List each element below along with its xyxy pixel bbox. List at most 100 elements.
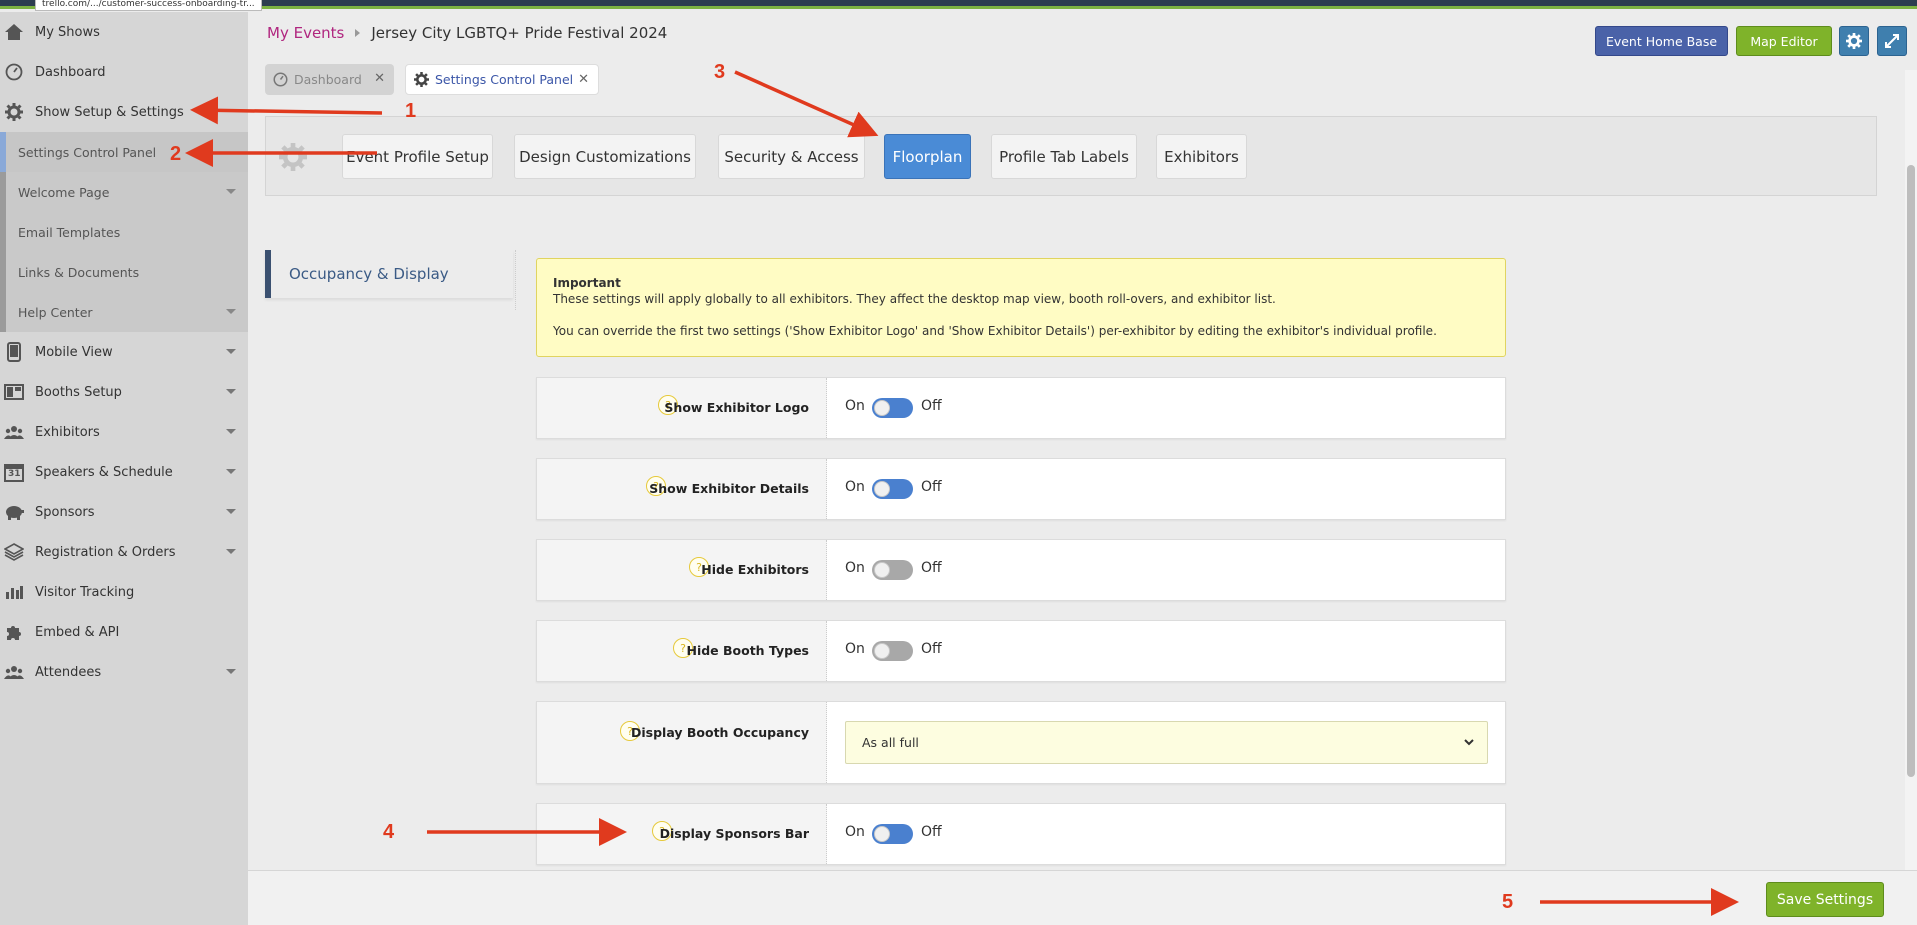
save-settings-button[interactable]: Save Settings (1766, 882, 1884, 917)
sidebar-subitem-label: Links & Documents (18, 264, 140, 280)
sidebar-item-dashboard[interactable]: Dashboard (0, 52, 248, 92)
toggle-off-label: Off (921, 824, 942, 840)
event-home-base-button[interactable]: Event Home Base (1595, 26, 1728, 56)
toggle-switch[interactable] (872, 560, 913, 580)
tab-exhibitors[interactable]: Exhibitors (1156, 134, 1247, 179)
sidebar-item-speakers-schedule[interactable]: 31 Speakers & Schedule (0, 452, 248, 492)
sidebar-item-label: Dashboard (35, 64, 106, 80)
gear-icon (279, 143, 307, 175)
sidebar-subitem-label: Email Templates (18, 224, 121, 240)
setting-label: Display Sponsors Bar (659, 826, 809, 841)
dashboard-icon (273, 72, 288, 87)
notice-line-2: You can override the first two settings … (553, 324, 1437, 338)
chevron-down-icon (226, 429, 236, 434)
toggle-off-label: Off (921, 641, 942, 657)
setting-label: Hide Booth Types (686, 643, 809, 658)
browser-top-bar (0, 0, 1917, 9)
sidebar-subitem-help-center[interactable]: Help Center (0, 292, 248, 332)
sidebar-subitem-settings-control-panel[interactable]: Settings Control Panel (0, 132, 248, 172)
sidebar-subitem-label: Welcome Page (18, 184, 110, 200)
setting-label: Display Booth Occupancy (631, 725, 809, 740)
layers-icon (4, 542, 24, 562)
sidebar-subitem-email-templates[interactable]: Email Templates (0, 212, 248, 252)
chevron-down-icon (226, 469, 236, 474)
setting-label: Show Exhibitor Details (649, 481, 809, 496)
people-icon (4, 422, 24, 442)
sidebar-item-exhibitors[interactable]: Exhibitors (0, 412, 248, 452)
annotation-number-1: 1 (405, 100, 417, 122)
annotation-number-2: 2 (170, 143, 182, 165)
tab-security-access[interactable]: Security & Access (718, 134, 865, 179)
toggle-knob (874, 826, 890, 842)
home-icon (4, 22, 24, 42)
toggle-knob (874, 643, 890, 659)
notice-title: Important (553, 276, 621, 290)
toggle-switch[interactable] (872, 824, 913, 844)
page-title: Jersey City LGBTQ+ Pride Festival 2024 (371, 24, 668, 42)
tab-floorplan[interactable]: Floorplan (884, 134, 971, 179)
sidebar-item-label: Visitor Tracking (35, 584, 135, 600)
toggle-knob (874, 400, 890, 416)
tab-design-customizations[interactable]: Design Customizations (514, 134, 696, 179)
toggle-off-label: Off (921, 398, 942, 414)
chevron-down-icon (226, 349, 236, 354)
annotation-number-5: 5 (1502, 891, 1514, 913)
sidebar-item-registration-orders[interactable]: Registration & Orders (0, 532, 248, 572)
chevron-down-icon (226, 549, 236, 554)
sidebar-item-visitor-tracking[interactable]: Visitor Tracking (0, 572, 248, 612)
setting-label-cell (537, 702, 827, 783)
chevron-down-icon (226, 669, 236, 674)
tab-dashboard[interactable]: Dashboard ✕ (265, 64, 394, 95)
puzzle-icon (4, 622, 24, 642)
setting-label: Hide Exhibitors (701, 562, 809, 577)
important-notice: Important These settings will apply glob… (536, 258, 1506, 357)
sidebar: My Shows Dashboard Show Setup & Settings… (0, 12, 248, 925)
booth-occupancy-select[interactable]: As all full (845, 721, 1488, 764)
sidebar-item-my-shows[interactable]: My Shows (0, 12, 248, 52)
booths-icon (4, 382, 24, 402)
select-value: As all full (862, 735, 919, 750)
sidebar-item-embed-api[interactable]: Embed & API (0, 612, 248, 652)
toggle-switch[interactable] (872, 479, 913, 499)
tablet-icon (4, 342, 24, 362)
toggle-on-label: On (845, 824, 865, 840)
sidebar-item-mobile-view[interactable]: Mobile View (0, 332, 248, 372)
sidebar-item-label: Exhibitors (35, 424, 100, 440)
expand-icon (1885, 34, 1899, 48)
breadcrumb: My Events Jersey City LGBTQ+ Pride Festi… (267, 24, 667, 42)
sidebar-item-label: Registration & Orders (35, 544, 176, 560)
toggle-switch[interactable] (872, 641, 913, 661)
url-tooltip: trello.com/.../customer-success-onboardi… (35, 0, 262, 11)
settings-button[interactable] (1839, 26, 1869, 56)
fullscreen-button[interactable] (1877, 26, 1907, 56)
section-nav-occupancy-display[interactable]: Occupancy & Display (265, 250, 513, 298)
sidebar-item-booths-setup[interactable]: Booths Setup (0, 372, 248, 412)
sidebar-item-label: Embed & API (35, 624, 120, 640)
map-editor-button[interactable]: Map Editor (1736, 26, 1832, 56)
setting-row-show-exhibitor-details: ? Show Exhibitor Details On Off (536, 458, 1506, 520)
sidebar-subitem-links-documents[interactable]: Links & Documents (0, 252, 248, 292)
scrollbar-thumb[interactable] (1907, 165, 1915, 777)
tab-label: Dashboard (294, 72, 362, 87)
close-icon[interactable]: ✕ (374, 71, 385, 86)
bottom-action-bar (248, 870, 1917, 925)
sidebar-item-sponsors[interactable]: Sponsors (0, 492, 248, 532)
sidebar-item-label: Booths Setup (35, 384, 122, 400)
toggle-switch[interactable] (872, 398, 913, 418)
tab-event-profile-setup[interactable]: Event Profile Setup (342, 134, 493, 179)
sidebar-subitem-welcome-page[interactable]: Welcome Page (0, 172, 248, 212)
close-icon[interactable]: ✕ (578, 72, 589, 87)
sidebar-item-show-setup[interactable]: Show Setup & Settings (0, 92, 248, 132)
sidebar-item-attendees[interactable]: Attendees (0, 652, 248, 692)
tab-profile-tab-labels[interactable]: Profile Tab Labels (991, 134, 1137, 179)
setting-label: Show Exhibitor Logo (664, 400, 809, 415)
bar-chart-icon (4, 582, 24, 602)
breadcrumb-link-my-events[interactable]: My Events (267, 24, 344, 42)
setting-row-hide-booth-types: ? Hide Booth Types On Off (536, 620, 1506, 682)
people-icon (4, 662, 24, 682)
toggle-on-label: On (845, 560, 865, 576)
annotation-number-3: 3 (714, 61, 726, 83)
tab-settings-control-panel[interactable]: Settings Control Panel ✕ (405, 64, 599, 95)
notice-line-1: These settings will apply globally to al… (553, 292, 1276, 306)
sidebar-item-label: My Shows (35, 24, 100, 40)
